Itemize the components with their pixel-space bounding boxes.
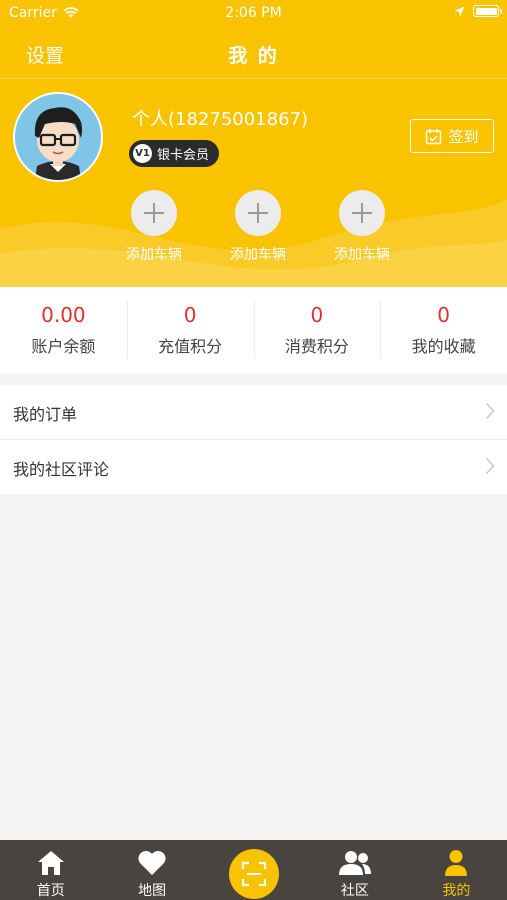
home-icon <box>37 851 64 875</box>
stat-value: 0 <box>437 303 450 327</box>
tab-label: 首页 <box>36 883 65 899</box>
people-icon <box>338 851 371 875</box>
menu-item-my-community-comments[interactable]: 我的社区评论 <box>0 440 507 494</box>
vip-level-icon: V1 <box>133 144 152 163</box>
stat-recharge-points[interactable]: 0 充值积分 <box>126 287 254 373</box>
add-vehicle-button-2[interactable]: 添加车辆 <box>218 190 298 264</box>
plus-icon <box>131 190 177 236</box>
page-title: 我 的 <box>228 45 279 67</box>
add-vehicle-button-3[interactable]: 添加车辆 <box>322 190 402 264</box>
profile-header: 个人(18275001867) V1 银卡会员 签到 添加车辆 添加车辆 添加车… <box>0 79 507 287</box>
tab-bar: 首页 地图 社区 我的 <box>0 840 507 900</box>
tab-label: 地图 <box>138 883 167 899</box>
stat-label: 充值积分 <box>158 337 223 356</box>
heart-icon <box>138 851 166 875</box>
stat-consume-points[interactable]: 0 消费积分 <box>253 287 381 373</box>
stat-label: 账户余额 <box>31 337 96 356</box>
stat-account-balance[interactable]: 0.00 账户余额 <box>0 287 127 373</box>
stat-label: 我的收藏 <box>411 337 476 356</box>
tab-label: 我的 <box>442 883 471 899</box>
menu-item-my-orders[interactable]: 我的订单 <box>0 385 507 440</box>
tab-mine[interactable]: 我的 <box>406 840 507 900</box>
stat-favorites[interactable]: 0 我的收藏 <box>380 287 507 373</box>
tab-home[interactable]: 首页 <box>0 840 101 900</box>
tab-community[interactable]: 社区 <box>304 840 405 900</box>
tab-map[interactable]: 地图 <box>101 840 202 900</box>
clock: 2:06 PM <box>225 5 282 21</box>
plus-icon <box>339 190 385 236</box>
scan-icon <box>241 861 266 887</box>
stat-label: 消费积分 <box>284 337 349 356</box>
checkin-label: 签到 <box>448 127 479 146</box>
stat-value: 0 <box>310 303 324 327</box>
plus-icon <box>235 190 281 236</box>
user-name: 个人(18275001867) <box>132 109 309 130</box>
menu-item-label: 我的社区评论 <box>13 460 110 479</box>
add-vehicle-label: 添加车辆 <box>126 247 182 263</box>
location-arrow-icon <box>454 6 465 16</box>
status-bar: Carrier 2:06 PM <box>0 0 507 28</box>
settings-button[interactable]: 设置 <box>26 41 64 68</box>
stat-value: 0.00 <box>41 303 86 327</box>
stat-value: 0 <box>183 303 197 327</box>
account-stats: 0.00 账户余额 0 充值积分 0 消费积分 0 我的收藏 <box>0 287 507 373</box>
scan-button[interactable] <box>228 849 279 899</box>
person-icon <box>445 850 468 876</box>
checkin-button[interactable]: 签到 <box>410 119 494 153</box>
chevron-right-icon <box>485 402 495 420</box>
status-right <box>454 5 502 17</box>
add-vehicle-label: 添加车辆 <box>230 247 286 263</box>
add-vehicle-button-1[interactable]: 添加车辆 <box>114 190 194 264</box>
tab-label: 社区 <box>340 883 369 899</box>
avatar[interactable] <box>13 92 103 182</box>
add-vehicle-label: 添加车辆 <box>334 247 390 263</box>
member-badge[interactable]: V1 银卡会员 <box>129 140 220 167</box>
tab-scan[interactable] <box>203 840 304 900</box>
battery-fill <box>475 7 497 15</box>
calendar-check-icon <box>426 128 442 144</box>
avatar-image <box>15 94 101 180</box>
battery-icon <box>473 5 502 17</box>
menu-item-label: 我的订单 <box>13 405 78 424</box>
nav-bar: 设置 我 的 <box>0 28 507 79</box>
member-badge-label: 银卡会员 <box>157 148 210 163</box>
chevron-right-icon <box>485 457 495 475</box>
menu-list: 我的订单 我的社区评论 <box>0 385 507 494</box>
